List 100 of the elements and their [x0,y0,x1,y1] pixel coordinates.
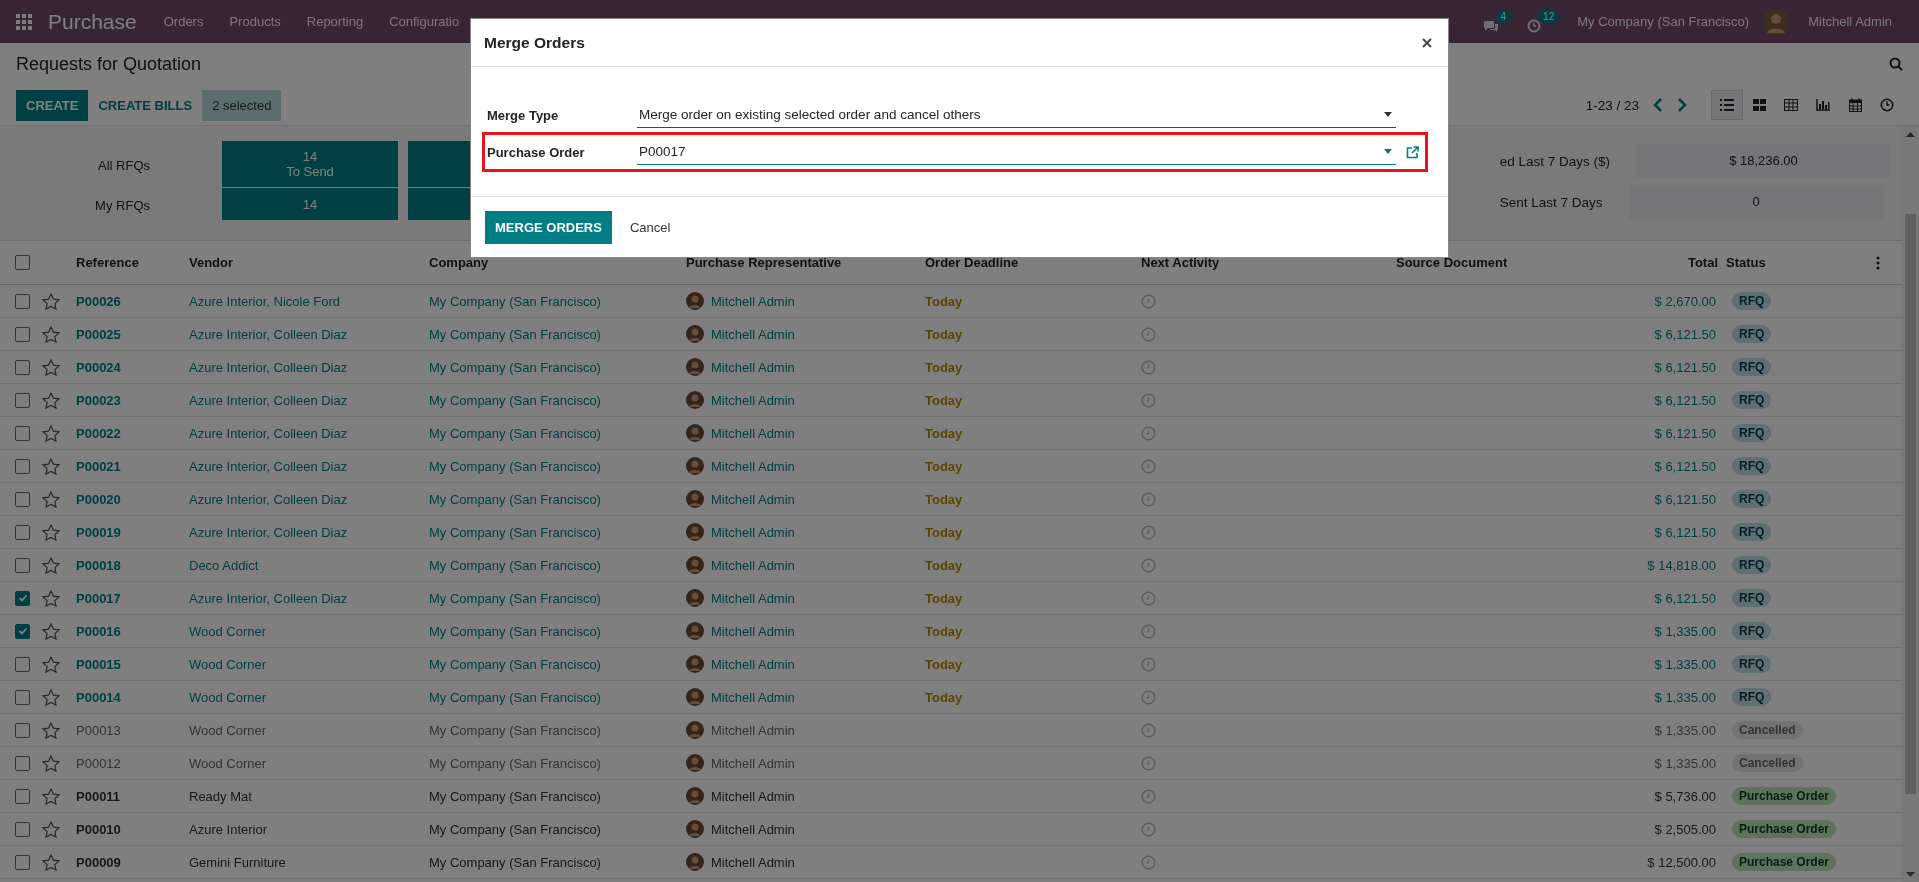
row-checkbox[interactable] [15,590,30,606]
star-icon[interactable] [42,457,60,475]
star-icon[interactable] [42,820,60,838]
scrollbar-thumb[interactable] [1905,213,1916,794]
row-checkbox[interactable] [15,821,30,837]
field-label: Purchase Order [487,144,586,160]
star-icon[interactable] [42,787,60,805]
star-icon[interactable] [42,589,60,607]
company-switcher[interactable]: My Company (San Francisco) [1577,14,1750,29]
merge-orders-button[interactable]: MERGE ORDERS [485,210,612,244]
app-grid-icon[interactable] [16,13,32,30]
my-to-send-tile[interactable]: 14 [222,188,398,220]
table-cell: Mitchell Admin [711,755,795,771]
external-link-icon[interactable] [1406,145,1419,159]
purchase-order-field[interactable]: P00017 [637,139,1396,165]
table-cell: P00015 [76,656,121,672]
row-checkbox[interactable] [15,524,30,540]
menu-item[interactable]: Orders [163,14,204,29]
messages-button[interactable]: 4 [1474,8,1520,35]
table-cell: My Company (San Francisco) [429,359,601,375]
star-icon[interactable] [42,523,60,541]
scroll-down-icon[interactable] [1906,872,1915,878]
star-icon[interactable] [42,655,60,673]
star-icon[interactable] [42,424,60,442]
table-cell: Mitchell Admin [711,491,795,507]
row-checkbox[interactable] [15,557,30,573]
column-header[interactable]: Vendor [189,255,234,270]
column-header[interactable]: Next Activity [1141,255,1220,270]
row-checkbox[interactable] [15,392,30,408]
row-checkbox[interactable] [15,491,30,507]
row-checkbox[interactable] [15,359,30,375]
table-cell: P00011 [76,788,121,804]
star-icon[interactable] [42,721,60,739]
row-checkbox[interactable] [15,689,30,705]
avatar-icon [686,787,704,805]
star-icon[interactable] [42,853,60,871]
column-header[interactable]: Order Deadline [925,255,1019,270]
star-icon[interactable] [42,391,60,409]
avatar-icon [686,292,704,310]
view-switch-button[interactable] [1711,90,1743,120]
star-icon[interactable] [42,754,60,772]
table-cell-text: $ 6,121.50 [1654,458,1717,474]
star-icon[interactable] [42,556,60,574]
menu-item[interactable]: Products [229,14,281,29]
row-checkbox[interactable] [15,854,30,870]
user-menu[interactable]: Mitchell Admin [1802,14,1892,29]
pager-value[interactable]: 1-23 / 23 [1585,97,1639,113]
column-header[interactable]: Purchase Representative [686,255,842,270]
avatar-icon [686,457,704,475]
table-cell: Today [925,524,963,540]
avatar-icon [686,490,704,508]
user-avatar-icon [1763,8,1790,35]
more-options-icon[interactable] [1876,255,1880,270]
merge-type-select[interactable]: Merge order on existing selected order and cancel others [637,102,1396,128]
row-checkbox[interactable] [15,788,30,804]
to-send-tile[interactable]: 14 To Send [222,141,398,187]
menu-item[interactable]: Configuratio [389,14,460,29]
select-all-checkbox[interactable] [15,255,30,270]
row-checkbox[interactable] [15,656,30,672]
table-cell: Mitchell Admin [711,359,795,375]
table-cell: My Company (San Francisco) [429,821,601,837]
row-checkbox[interactable] [15,326,30,342]
column-header[interactable]: Total [1687,255,1718,270]
star-icon[interactable] [42,325,60,343]
avatar-icon [686,688,704,706]
status-badge: RFQ [1732,292,1772,310]
column-header[interactable]: Reference [76,255,139,270]
table-cell-text: $ 12,500.00 [1647,854,1717,870]
next-icon[interactable] [1677,98,1687,112]
row-checkbox[interactable] [15,425,30,441]
list-icon [1720,99,1734,111]
row-checkbox[interactable] [15,293,30,309]
app-title[interactable]: Purchase [48,9,137,34]
table-cell: Today [925,293,963,309]
clock-icon [1527,19,1542,33]
table-cell: Mitchell Admin [711,458,795,474]
close-icon[interactable] [1422,37,1432,48]
previous-icon[interactable] [1653,98,1663,112]
row-checkbox[interactable] [15,458,30,474]
table-cell: My Company (San Francisco) [429,689,601,705]
column-header[interactable]: Status [1726,255,1766,270]
column-header[interactable]: Source Document [1396,255,1508,270]
search-icon[interactable] [1889,57,1903,71]
row-checkbox[interactable] [15,722,30,738]
star-icon[interactable] [42,292,60,310]
row-checkbox[interactable] [15,755,30,771]
table-cell: My Company (San Francisco) [429,425,601,441]
column-header[interactable]: Company [429,255,489,270]
avatar-icon [686,523,704,541]
star-icon[interactable] [42,358,60,376]
star-icon[interactable] [42,688,60,706]
scroll-up-icon[interactable] [1906,131,1915,137]
star-icon[interactable] [42,622,60,640]
create-button[interactable]: CREATE [16,89,89,121]
activities-button[interactable]: 12 [1519,8,1568,35]
menu-item[interactable]: Reporting [306,14,364,29]
row-checkbox[interactable] [15,623,30,639]
caret-icon [1384,149,1392,154]
star-icon[interactable] [42,490,60,508]
dashboard-row-label: My RFQs [94,197,151,215]
